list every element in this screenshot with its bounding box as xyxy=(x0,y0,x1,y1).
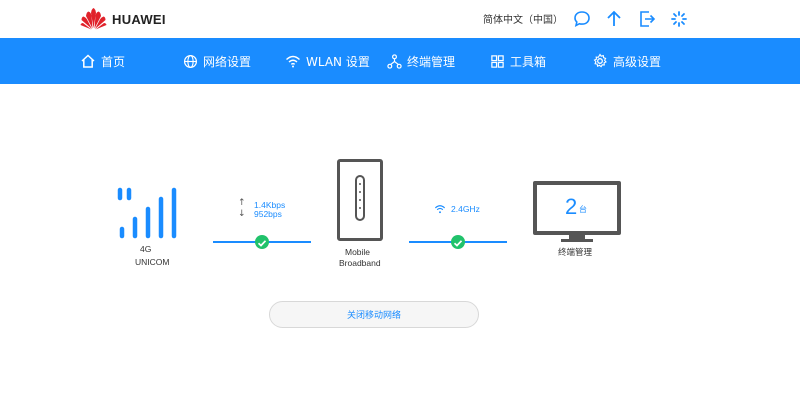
main-nav: 首页 网络设置 WLAN 设置 终端管理 工具箱 高级设置 xyxy=(0,38,800,84)
network-type-label: 4G xyxy=(140,244,152,254)
nav-item-home[interactable]: 首页 xyxy=(80,38,125,84)
router-led xyxy=(359,183,361,185)
huawei-logo[interactable]: HUAWEI xyxy=(80,8,166,30)
nav-label-toolbox: 工具箱 xyxy=(510,54,547,69)
brand-name: HUAWEI xyxy=(112,11,166,27)
router-led-slot xyxy=(355,175,365,221)
globe-icon xyxy=(183,54,198,68)
network-icon xyxy=(387,53,402,69)
nav-item-network-settings[interactable]: 网络设置 xyxy=(183,38,251,84)
close-mobile-network-button[interactable]: 关闭移动网络 xyxy=(269,301,479,328)
huawei-flower-icon xyxy=(80,8,107,30)
wan-connected-check-icon xyxy=(255,235,269,249)
lan-connected-check-icon xyxy=(451,235,465,249)
nav-label-wlan-settings: WLAN 设置 xyxy=(306,54,370,69)
nav-label-network-settings: 网络设置 xyxy=(203,54,252,69)
router-led xyxy=(359,199,361,201)
router-led xyxy=(359,191,361,193)
device-name-line2: Broadband xyxy=(339,258,381,268)
device-management-label: 终端管理 xyxy=(558,247,593,257)
upload-arrow-icon[interactable] xyxy=(604,9,624,29)
nav-label-home: 首页 xyxy=(101,54,126,69)
wifi-icon xyxy=(286,55,300,68)
nav-item-toolbox[interactable]: 工具箱 xyxy=(490,38,546,84)
download-rate-icon: ↓ xyxy=(238,209,246,219)
grid-icon xyxy=(491,54,504,68)
logout-icon[interactable] xyxy=(637,9,657,29)
signal-strength-icon xyxy=(117,187,177,239)
download-rate: 952bps xyxy=(254,209,282,219)
router-led xyxy=(359,207,361,209)
nav-label-advanced-settings: 高级设置 xyxy=(613,54,662,69)
device-count: 2 xyxy=(565,194,578,219)
device-name-line1: Mobile xyxy=(345,247,371,257)
gear-icon xyxy=(593,53,607,68)
nav-label-device-management: 终端管理 xyxy=(407,54,456,69)
device-count-unit: 台 xyxy=(579,205,587,214)
home-icon xyxy=(81,54,95,68)
monitor-base xyxy=(561,239,593,242)
wifi-band-icon xyxy=(434,205,446,214)
nav-item-device-management[interactable]: 终端管理 xyxy=(387,38,455,84)
upload-rate-icon: ↑ xyxy=(238,198,246,208)
chat-icon[interactable] xyxy=(572,9,592,29)
nav-item-wlan-settings[interactable]: WLAN 设置 xyxy=(285,38,370,84)
language-selector[interactable]: 简体中文（中国） xyxy=(483,11,563,26)
wifi-band: 2.4GHz xyxy=(451,204,480,214)
loading-icon xyxy=(669,9,689,29)
nav-item-advanced-settings[interactable]: 高级设置 xyxy=(592,38,661,84)
top-bar: HUAWEI 简体中文（中国） xyxy=(0,0,800,38)
router-icon xyxy=(337,159,383,241)
carrier-label: UNICOM xyxy=(135,257,170,267)
